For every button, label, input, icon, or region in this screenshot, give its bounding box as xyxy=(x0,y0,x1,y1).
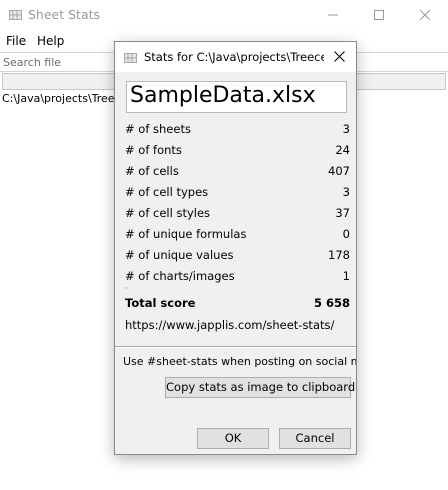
stat-value: 3 xyxy=(342,185,350,199)
stat-row: # of unique values 178 xyxy=(125,248,350,269)
dialog-titlebar: Stats for C:\Java\projects\Treece... xyxy=(115,42,356,72)
total-score-label: Total score xyxy=(125,296,196,310)
dialog-title: Stats for C:\Java\projects\Treece... xyxy=(144,50,324,64)
stat-label: # of cell types xyxy=(125,185,209,199)
copy-stats-button[interactable]: Copy stats as image to clipboard xyxy=(165,377,355,398)
stat-label: # of cells xyxy=(125,164,179,178)
stat-label: # of unique values xyxy=(125,248,234,262)
stat-value: 1 xyxy=(342,269,350,283)
filename-field: SampleData.xlsx xyxy=(126,81,347,113)
minimize-button[interactable] xyxy=(310,0,356,30)
stat-label: # of charts/images xyxy=(125,269,235,283)
stat-row: # of cells 407 xyxy=(125,164,350,185)
stat-value: 407 xyxy=(328,164,350,178)
website-url: https://www.japplis.com/sheet-stats/ xyxy=(125,318,335,332)
total-score-value: 5 658 xyxy=(313,296,350,310)
table-row[interactable]: C:\Java\projects\Treece xyxy=(2,92,127,105)
stats-dialog: Stats for C:\Java\projects\Treece... Sam… xyxy=(114,41,357,455)
ok-button[interactable]: OK xyxy=(197,428,269,449)
stat-row: # of cell styles 37 xyxy=(125,206,350,227)
stat-label: # of fonts xyxy=(125,143,182,157)
dialog-spreadsheet-icon xyxy=(124,52,137,66)
stat-value: 24 xyxy=(335,143,350,157)
divider xyxy=(115,346,356,348)
separator-dot: · xyxy=(125,284,128,294)
stat-value: 37 xyxy=(335,206,350,220)
dialog-close-button[interactable] xyxy=(324,42,356,72)
main-window-title: Sheet Stats xyxy=(28,7,101,22)
stat-row: # of charts/images 1 xyxy=(125,269,350,290)
stat-row: # of unique formulas 0 xyxy=(125,227,350,248)
stat-value: 0 xyxy=(342,227,350,241)
stat-row: # of sheets 3 xyxy=(125,122,350,143)
maximize-icon xyxy=(374,10,384,20)
stat-label: # of cell styles xyxy=(125,206,211,220)
filename-text: SampleData.xlsx xyxy=(130,83,316,108)
stat-label: # of sheets xyxy=(125,122,191,136)
menu-file[interactable]: File xyxy=(6,34,26,48)
main-titlebar: Sheet Stats xyxy=(0,0,448,30)
stat-row: # of fonts 24 xyxy=(125,143,350,164)
maximize-button[interactable] xyxy=(356,0,402,30)
close-icon xyxy=(334,51,345,62)
menu-help[interactable]: Help xyxy=(37,34,64,48)
stat-label: # of unique formulas xyxy=(125,227,247,241)
cancel-button[interactable]: Cancel xyxy=(279,428,351,449)
stat-value: 178 xyxy=(328,248,350,262)
close-icon xyxy=(420,10,430,20)
minimize-icon xyxy=(328,14,338,16)
social-media-hint: Use #sheet-stats when posting on social … xyxy=(123,355,356,368)
total-score-row: Total score 5 658 xyxy=(125,296,350,316)
stat-row: # of cell types 3 xyxy=(125,185,350,206)
app-spreadsheet-icon xyxy=(9,9,22,23)
stat-value: 3 xyxy=(342,122,350,136)
main-close-button[interactable] xyxy=(402,0,448,30)
